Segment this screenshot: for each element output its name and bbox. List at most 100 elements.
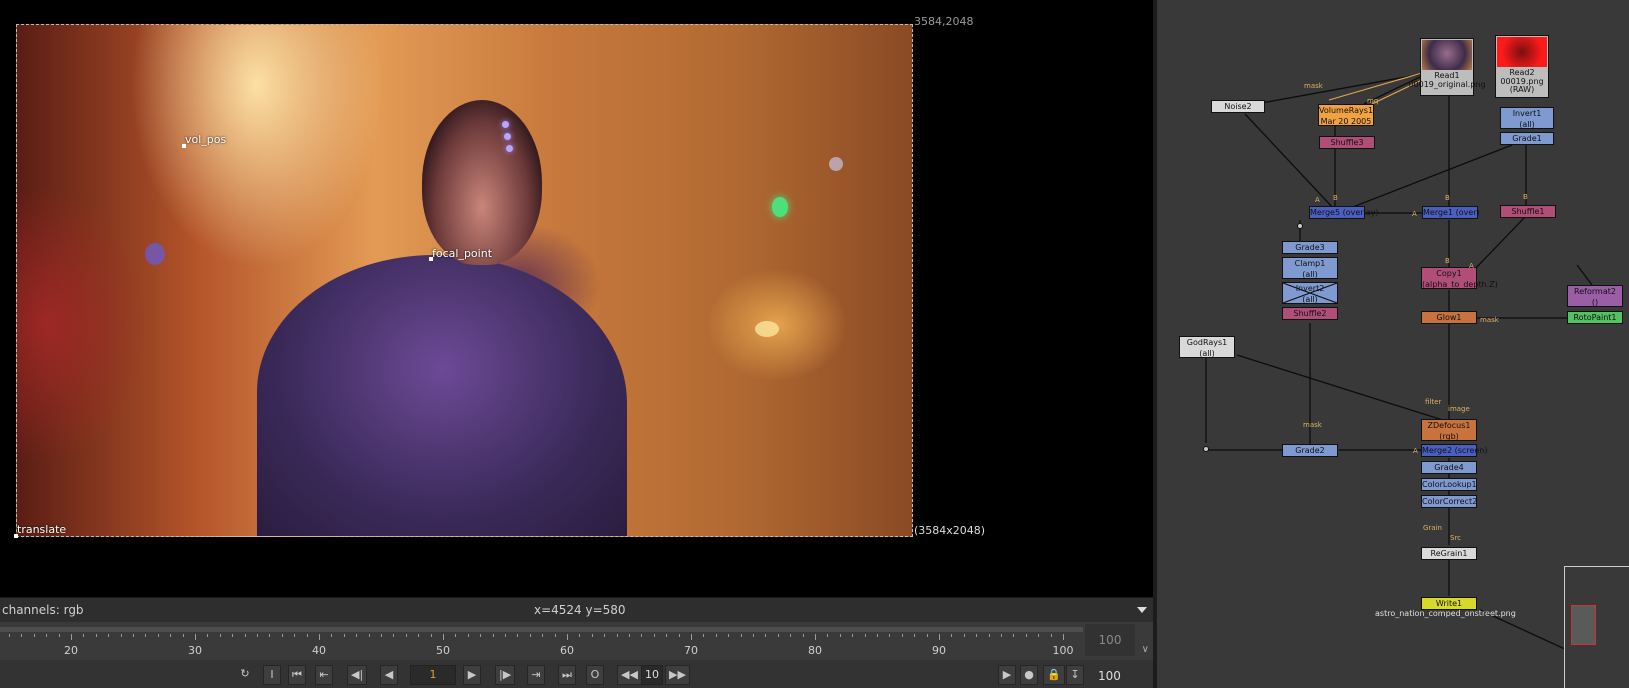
record-icon[interactable]: ●	[1020, 665, 1038, 685]
node-grade4[interactable]: Grade4	[1421, 461, 1477, 474]
node-copy1[interactable]: Copy1 (alpha_to_depth.Z)	[1421, 267, 1498, 289]
dot-node[interactable]	[1297, 223, 1303, 229]
timeline-tick-label: 30	[188, 644, 202, 657]
edge-label-mask: mask	[1303, 421, 1322, 429]
bokeh-light	[829, 157, 843, 171]
clamp1-sub: (all)	[1302, 270, 1318, 279]
playback-controls: ↻ I ⏮ ⇤ ◀| ◀ 1 ▶ |▶ ⇥ ⏭ O ◀◀ 10 ▶▶ ▶ ● 🔒…	[0, 660, 1153, 688]
node-rotopaint1[interactable]: RotoPaint1	[1567, 311, 1623, 324]
expand-chevron-icon[interactable]: ∨	[1142, 644, 1149, 655]
timeline-tick-label: 50	[436, 644, 450, 657]
in-point-button[interactable]: I	[263, 665, 281, 685]
timeline-minor-tick	[641, 634, 642, 637]
write1-file: astro_nation_comped_onstreet.png	[1375, 609, 1516, 618]
dot-node[interactable]	[1203, 446, 1209, 452]
timeline-minor-tick	[480, 634, 481, 637]
timeline-minor-tick	[331, 634, 332, 637]
step-forward-icon[interactable]: |▶	[495, 665, 516, 685]
node-regrain1[interactable]: ReGrain1	[1421, 547, 1477, 560]
frame-increment-field[interactable]: 10	[641, 665, 663, 685]
timeline-minor-tick	[604, 634, 605, 637]
current-frame-field[interactable]: 1	[410, 665, 456, 685]
timeline-minor-tick	[269, 634, 270, 637]
node-grade2[interactable]: Grade2	[1282, 444, 1338, 457]
play-backward-icon[interactable]: ◀	[380, 665, 398, 685]
timeline-track[interactable]	[0, 627, 1083, 632]
node-shuffle2[interactable]: Shuffle2	[1282, 307, 1338, 320]
node-colorlookup1[interactable]: ColorLookup1	[1421, 478, 1477, 491]
timeline-end-frame[interactable]: 100	[1085, 624, 1135, 656]
cycle-mode-icon[interactable]: ↻	[236, 665, 254, 685]
viewer-frame-image[interactable]	[16, 24, 913, 537]
edge-label-a: A	[1413, 447, 1418, 455]
translate-label: translate	[17, 523, 67, 536]
node-grade3[interactable]: Grade3	[1282, 241, 1338, 254]
timeline-minor-tick	[1051, 634, 1052, 637]
node-graph[interactable]: Read1 00019_original.png Read2 00019.png…	[1157, 0, 1629, 688]
timeline-ruler[interactable]: 20 30 40 50 60 70 80 90 100	[0, 634, 1083, 660]
step-back-icon[interactable]: ◀|	[347, 665, 368, 685]
node-clamp1[interactable]: Clamp1 (all)	[1282, 257, 1338, 279]
flipbook-icon[interactable]: ▶	[998, 665, 1016, 685]
node-graph-minimap[interactable]	[1564, 566, 1629, 688]
skip-forward-increment-icon[interactable]: ▶▶	[665, 665, 690, 685]
timeline-minor-tick	[1038, 634, 1039, 637]
translate-handle[interactable]	[14, 534, 18, 538]
timeline-minor-tick	[468, 634, 469, 637]
timeline-minor-tick	[765, 634, 766, 637]
node-grade1[interactable]: Grade1	[1500, 132, 1554, 145]
node-merge-screen[interactable]: Merge2 (screen)	[1421, 444, 1487, 457]
next-keyframe-icon[interactable]: ⇥	[527, 665, 545, 685]
node-godrays1[interactable]: GodRays1 (all)	[1179, 336, 1235, 358]
node-invert1[interactable]: Invert1 (all)	[1500, 107, 1554, 129]
read2-file-raw: (RAW)	[1509, 85, 1535, 94]
vol-pos-handle[interactable]	[182, 144, 186, 148]
node-reformat2[interactable]: Reformat2 ()	[1567, 285, 1623, 307]
headband-led	[504, 133, 511, 140]
node-noise2[interactable]: Noise2	[1211, 100, 1265, 113]
node-shuffle1[interactable]: Shuffle1	[1500, 205, 1556, 218]
play-forward-icon[interactable]: ▶	[463, 665, 481, 685]
node-zdefocus1[interactable]: ZDefocus1 (rgb)	[1421, 419, 1477, 441]
focal-point-handle[interactable]	[429, 257, 433, 261]
timeline-minor-tick	[865, 634, 866, 637]
timeline-minor-tick	[195, 634, 196, 637]
timeline-minor-tick	[852, 634, 853, 637]
node-merge5[interactable]: Merge5 (overlay)	[1309, 206, 1379, 219]
read1-file: 00019_original.png	[1408, 80, 1486, 89]
edge-label-b: B	[1445, 257, 1450, 265]
last-frame-icon[interactable]: ⏭	[558, 665, 576, 685]
timeline[interactable]: 20 30 40 50 60 70 80 90 100 100 ∨	[0, 622, 1153, 660]
node-shuffle3[interactable]: Shuffle3	[1319, 136, 1375, 149]
lock-icon[interactable]: 🔒	[1043, 665, 1065, 685]
timeline-minor-tick	[282, 634, 283, 637]
fps-readout[interactable]: 100	[1098, 669, 1121, 683]
timeline-tick-label: 20	[64, 644, 78, 657]
timeline-minor-tick	[889, 634, 890, 637]
nuke-app: 3584,2048 (3584x2048) vol_pos focal_poin…	[0, 0, 1629, 688]
first-frame-icon[interactable]: ⏮	[288, 665, 306, 685]
node-volumerays1[interactable]: VolumeRays1 Mar 20 2005	[1318, 104, 1374, 126]
timeline-minor-tick	[592, 634, 593, 637]
edge-label-a: A	[1469, 262, 1474, 270]
timeline-minor-tick	[170, 634, 171, 637]
dropdown-triangle-icon[interactable]	[1137, 607, 1147, 613]
node-read1[interactable]: Read1 00019_original.png	[1408, 38, 1486, 96]
node-invert2-disabled[interactable]: Invert2 (all)	[1282, 282, 1338, 304]
prev-keyframe-icon[interactable]: ⇤	[315, 665, 333, 685]
node-merge1[interactable]: Merge1 (over)	[1422, 206, 1480, 219]
reformat2-sub: ()	[1591, 298, 1599, 307]
range-icon[interactable]: ↧	[1066, 665, 1084, 685]
node-glow1[interactable]: Glow1	[1421, 311, 1477, 324]
timeline-minor-tick	[96, 634, 97, 637]
viewer-canvas[interactable]: 3584,2048 (3584x2048) vol_pos focal_poin…	[0, 0, 1153, 597]
node-colorcorrect2[interactable]: ColorCorrect2	[1421, 495, 1477, 508]
timeline-minor-tick	[927, 634, 928, 637]
timeline-minor-tick	[294, 634, 295, 637]
minimap-viewport[interactable]	[1571, 605, 1596, 645]
node-read2[interactable]: Read2 00019.png (RAW)	[1495, 35, 1549, 98]
out-point-button[interactable]: O	[586, 665, 604, 685]
edge-label-image: image	[1448, 405, 1470, 413]
skip-back-increment-icon[interactable]: ◀◀	[617, 665, 642, 685]
timeline-tick-label: 60	[560, 644, 574, 657]
